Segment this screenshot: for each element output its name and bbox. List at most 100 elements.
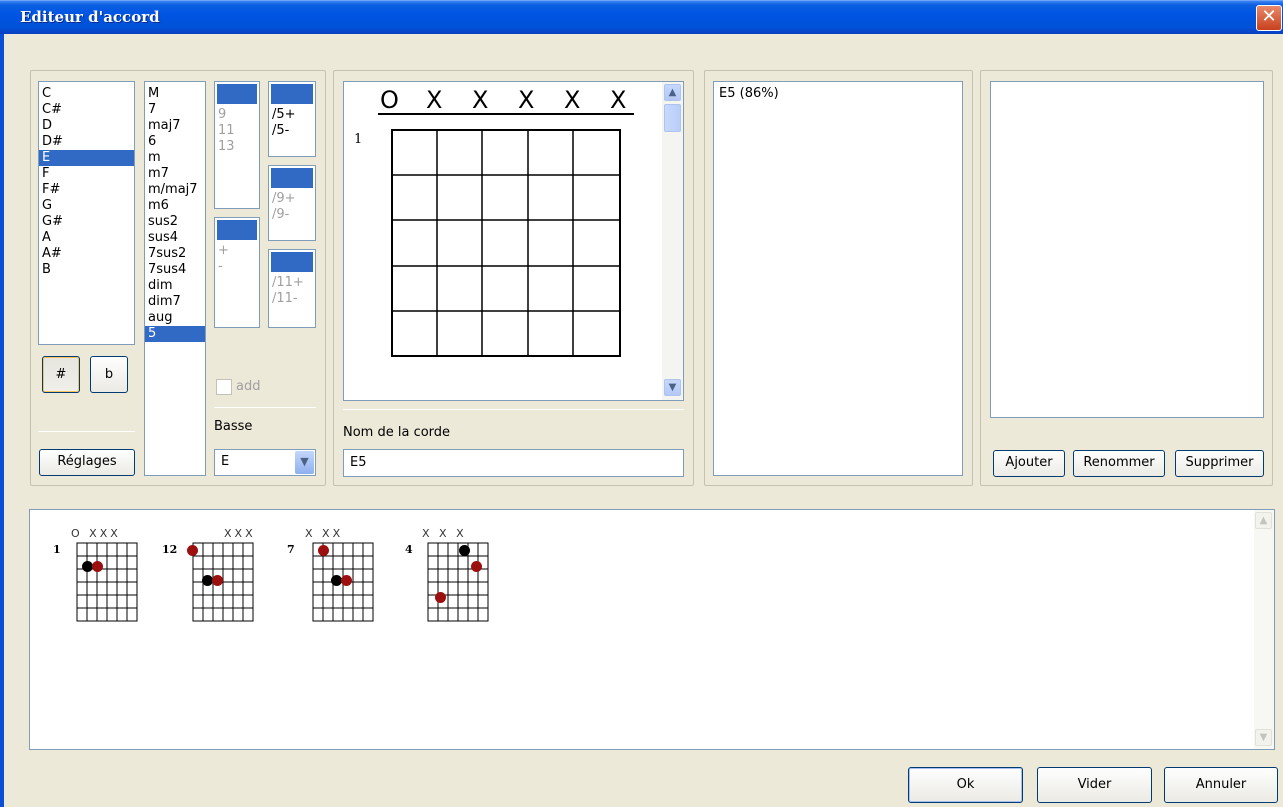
cancel-button[interactable]: Annuler	[1164, 767, 1278, 803]
list-item-selected[interactable]: 5	[145, 326, 205, 342]
list-item[interactable]: 7	[145, 102, 205, 118]
sharp-button[interactable]: #	[42, 356, 80, 393]
list-item[interactable]: E5 (86%)	[716, 86, 962, 102]
mini-fretboard	[427, 542, 489, 622]
finger-dot	[187, 545, 198, 556]
list-item[interactable]: A#	[39, 246, 134, 262]
list-item[interactable]: m7	[145, 166, 205, 182]
plus-minus-list[interactable]: + -	[214, 217, 260, 328]
title-bar	[0, 0, 1283, 34]
list-item[interactable]: /9-	[269, 207, 315, 223]
ok-button[interactable]: Ok	[908, 767, 1023, 803]
close-button[interactable]: ✕	[1256, 5, 1282, 31]
finger-dot	[341, 575, 352, 586]
list-item[interactable]: -	[215, 259, 259, 275]
list-item[interactable]: /5-	[269, 123, 315, 139]
chord-diagram[interactable]: X XX 7	[285, 527, 385, 627]
list-item[interactable]: +	[215, 243, 259, 259]
diagram-marks: X XX	[305, 527, 344, 540]
fifth-alteration-list[interactable]: /5+ /5-	[268, 81, 316, 157]
string-marks: O X X X X X	[380, 86, 632, 114]
scroll-thumb[interactable]	[664, 104, 681, 132]
fretboard-editor[interactable]: O X X X X X 1 ▲ ▼	[343, 81, 684, 401]
rename-button[interactable]: Renommer	[1073, 450, 1165, 477]
extension-list[interactable]: 9 11 13	[214, 81, 260, 209]
diagram-marks: X X X	[422, 527, 467, 540]
finger-dot	[212, 575, 223, 586]
diagram-fret: 4	[405, 543, 413, 556]
scroll-down-arrow[interactable]: ▼	[1255, 729, 1272, 746]
add-button[interactable]: Ajouter	[993, 450, 1065, 477]
list-item-selected[interactable]: E	[39, 150, 134, 166]
list-item[interactable]: C#	[39, 102, 134, 118]
finger-dot	[471, 561, 482, 572]
chord-diagram[interactable]: X X X 4	[400, 527, 500, 627]
list-item[interactable]: maj7	[145, 118, 205, 134]
string-mark[interactable]: X	[564, 86, 580, 114]
editor-scrollbar[interactable]: ▲ ▼	[662, 82, 683, 400]
list-item[interactable]: m/maj7	[145, 182, 205, 198]
clear-button[interactable]: Vider	[1037, 767, 1152, 803]
bass-label: Basse	[214, 419, 253, 434]
window-frame-left	[0, 34, 4, 807]
ninth-alteration-list[interactable]: /9+ /9-	[268, 165, 316, 241]
finger-dot	[318, 545, 329, 556]
nut-line	[378, 113, 634, 115]
list-item[interactable]: aug	[145, 310, 205, 326]
list-item[interactable]: 13	[215, 139, 259, 155]
root-note-list[interactable]: C C# D D# E F F# G G# A A# B	[38, 81, 135, 345]
chord-quality-list[interactable]: M 7 maj7 6 m m7 m/maj7 m6 sus2 sus4 7sus…	[144, 81, 206, 476]
chord-diagram[interactable]: XXX 12	[160, 527, 270, 627]
list-item[interactable]: /9+	[269, 191, 315, 207]
finger-dot	[92, 561, 103, 572]
list-item[interactable]: dim	[145, 278, 205, 294]
list-item[interactable]: M	[145, 86, 205, 102]
string-mark[interactable]: X	[472, 86, 488, 114]
list-item[interactable]: 11	[215, 123, 259, 139]
string-mark[interactable]: X	[610, 86, 626, 114]
list-item[interactable]: F#	[39, 182, 134, 198]
list-item[interactable]: 7sus2	[145, 246, 205, 262]
scroll-up-arrow[interactable]: ▲	[1255, 512, 1272, 529]
scroll-up-arrow[interactable]: ▲	[664, 84, 681, 101]
list-item[interactable]: sus4	[145, 230, 205, 246]
list-item[interactable]: /11+	[269, 275, 315, 291]
add-checkbox[interactable]	[216, 379, 232, 395]
list-item[interactable]: /5+	[269, 107, 315, 123]
list-item[interactable]: B	[39, 262, 134, 278]
fretboard-grid[interactable]	[391, 129, 623, 359]
list-item[interactable]: G#	[39, 214, 134, 230]
list-item[interactable]: A	[39, 230, 134, 246]
list-item[interactable]: G	[39, 198, 134, 214]
list-item[interactable]: F	[39, 166, 134, 182]
bass-value: E	[221, 454, 230, 469]
string-mark[interactable]: O	[380, 86, 399, 114]
chord-match-list[interactable]: E5 (86%)	[713, 81, 963, 476]
list-item[interactable]: m6	[145, 198, 205, 214]
chord-diagram[interactable]: O XXX 1	[50, 527, 150, 627]
flat-button[interactable]: b	[90, 356, 128, 393]
list-item[interactable]: dim7	[145, 294, 205, 310]
settings-button[interactable]: Réglages	[39, 449, 135, 476]
list-item[interactable]: C	[39, 86, 134, 102]
eleventh-alteration-list[interactable]: /11+ /11-	[268, 249, 316, 328]
list-item[interactable]: 9	[215, 107, 259, 123]
chevron-down-icon[interactable]: ▼	[295, 451, 314, 474]
list-item[interactable]: D#	[39, 134, 134, 150]
mini-fretboard	[76, 542, 138, 622]
list-item[interactable]: sus2	[145, 214, 205, 230]
list-item[interactable]: /11-	[269, 291, 315, 307]
string-mark[interactable]: X	[426, 86, 442, 114]
chord-name-input[interactable]: E5	[343, 449, 684, 477]
delete-button[interactable]: Supprimer	[1175, 450, 1264, 477]
fret-number: 1	[354, 132, 363, 147]
bass-select[interactable]: E ▼	[214, 449, 316, 476]
list-item[interactable]: m	[145, 150, 205, 166]
list-item[interactable]: 7sus4	[145, 262, 205, 278]
list-item[interactable]: 6	[145, 134, 205, 150]
list-item[interactable]: D	[39, 118, 134, 134]
scroll-down-arrow[interactable]: ▼	[664, 379, 681, 396]
library-list[interactable]	[990, 81, 1264, 418]
string-mark[interactable]: X	[518, 86, 534, 114]
diagrams-scrollbar[interactable]: ▲ ▼	[1254, 510, 1274, 749]
